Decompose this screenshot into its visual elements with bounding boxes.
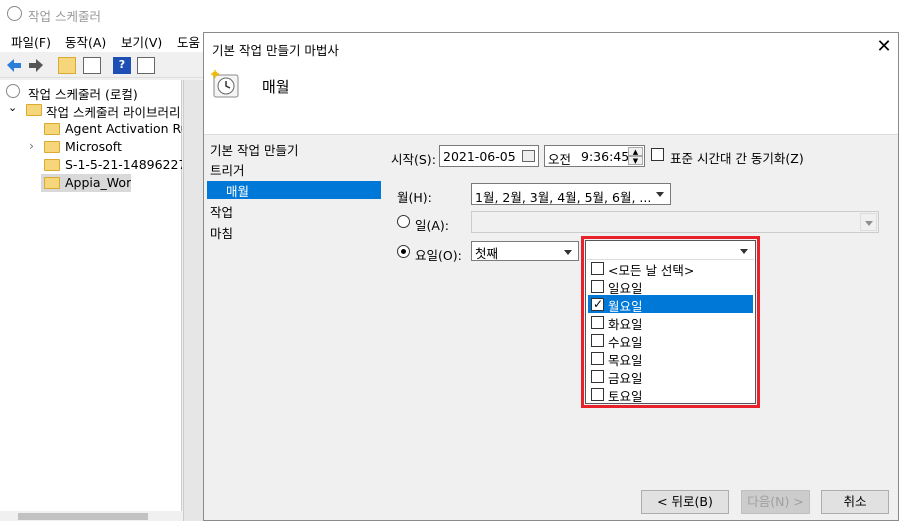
tree-item-label: S-1-5-21-148962279 [65,157,182,172]
weekday-option[interactable]: 일요일 [588,277,753,296]
menu-help[interactable]: 도움 [177,32,200,51]
chevron-down-icon[interactable] [652,185,669,203]
weekday-radio[interactable] [397,245,410,259]
weekday-dropdown[interactable]: <모든 날 선택> 일요일 ✓ 월요일 화요일 수요일 목요일 금요일토요일 [581,236,760,408]
checkbox[interactable] [591,334,604,347]
step-finish[interactable]: 마침 [210,223,233,241]
step-trigger[interactable]: 트리거 [210,160,245,178]
tree-root[interactable]: 작업 스케줄러 (로컬) [0,83,182,101]
week-ordinal-select[interactable]: 첫째 [471,241,579,261]
start-time-picker[interactable]: 오전 9:36:45 ▲ ▼ [544,145,645,167]
spin-down-icon[interactable]: ▼ [628,156,643,165]
chevron-down-icon[interactable] [736,242,753,258]
tree-root-label: 작업 스케줄러 (로컬) [28,87,138,101]
tree-item-label: Appia_Work [65,175,131,190]
chevron-right-icon[interactable]: › [29,138,34,153]
weekday-option[interactable]: <모든 날 선택> [588,259,753,278]
weekday-option[interactable]: 화요일 [588,313,753,332]
clock-icon [6,84,20,98]
step-create-basic-task[interactable]: 기본 작업 만들기 [210,140,298,158]
day-radio[interactable] [397,215,410,229]
main-window-title: 작업 스케줄러 [28,9,101,24]
center-pane-edge [183,80,203,521]
start-label: 시작(S): [391,152,436,167]
basic-task-wizard-dialog: 기본 작업 만들기 마법사 ✕ 매월 기본 작업 만들기 트리거 매월 작업 마… [203,32,899,521]
checkbox[interactable]: ✓ [591,297,604,311]
back-button[interactable]: < 뒤로(B) [641,490,729,514]
folder-clock-icon [26,104,42,116]
action-pane-icon[interactable] [137,57,155,74]
scrollbar-thumb[interactable] [18,513,148,520]
cancel-button[interactable]: 취소 [821,490,889,514]
month-select[interactable]: 1월, 2월, 3월, 4월, 5월, 6월, ... [471,183,671,205]
step-monthly[interactable]: 매월 [207,181,381,199]
tree-library-label: 작업 스케줄러 라이브러리 [46,105,181,119]
checkbox[interactable] [591,316,604,329]
day-select[interactable] [471,211,879,233]
spin-up-icon[interactable]: ▲ [628,147,643,156]
weekday-option[interactable]: 토요일 [588,385,753,404]
task-clock-icon [211,70,239,98]
weekday-option[interactable]: 목요일 [588,349,753,368]
week-ordinal-value: 첫째 [475,246,499,261]
dialog-title-bar: 기본 작업 만들기 마법사 ✕ [204,33,898,63]
chevron-down-icon[interactable] [560,243,577,259]
tree-item-sid[interactable]: S-1-5-21-148962279 [0,156,182,174]
main-toolbar: ? [0,53,205,78]
weekday-select-box[interactable] [587,242,754,260]
main-title-bar: 작업 스케줄러 [0,0,899,28]
clock-icon [7,6,22,21]
checkbox[interactable] [591,352,604,365]
weekday-option-label: 토요일 [608,389,643,404]
tree-item-agent[interactable]: Agent Activation Run [0,120,182,138]
step-action[interactable]: 작업 [210,202,233,220]
folder-icon [44,159,60,171]
menu-action[interactable]: 동작(A) [65,32,106,51]
checkbox[interactable] [591,370,604,383]
tree-item-label: Microsoft [65,139,122,154]
menu-file[interactable]: 파일(F) [11,32,51,51]
day-label: 일(A): [415,218,450,233]
sync-timezone-checkbox[interactable] [651,148,664,162]
checkbox[interactable] [591,262,604,275]
wizard-steps: 기본 작업 만들기 트리거 매월 작업 마침 [204,135,384,255]
calendar-icon[interactable] [522,150,535,162]
dialog-title: 기본 작업 만들기 마법사 [212,43,339,58]
checkbox[interactable] [591,280,604,293]
show-pane-icon[interactable] [83,57,101,74]
checkmark-icon: ✓ [593,297,604,311]
folder-icon [44,123,60,135]
dialog-header-title: 매월 [262,78,290,96]
dialog-header: 매월 [204,63,898,135]
month-label: 월(H): [397,190,432,205]
tree-item-appia-work[interactable]: Appia_Work [41,174,131,192]
tree-item-microsoft[interactable]: › Microsoft [0,138,182,156]
month-value: 1월, 2월, 3월, 4월, 5월, 6월, ... [475,190,652,205]
weekday-label: 요일(O): [415,248,462,263]
chevron-down-icon[interactable] [860,213,877,231]
folder-icon [44,141,60,153]
folder-up-icon[interactable] [58,57,76,74]
start-time-value: 9:36:45 [581,149,630,164]
tree-horizontal-scrollbar[interactable] [0,511,182,521]
start-date-picker[interactable]: 2021-06-05 [439,145,539,167]
back-arrow-icon[interactable] [5,57,23,74]
tree-item-label: Agent Activation Run [65,121,182,136]
weekday-option[interactable]: 수요일 [588,331,753,350]
sync-timezone-label: 표준 시간대 간 동기화(Z) [670,151,804,166]
close-icon[interactable]: ✕ [874,38,894,58]
tree-library[interactable]: ⌄ 작업 스케줄러 라이브러리 [0,101,182,119]
forward-arrow-icon[interactable] [27,57,45,74]
folder-icon [44,177,60,189]
weekday-option[interactable]: ✓ 월요일 [588,295,753,314]
next-button[interactable]: 다음(N) > [741,490,810,514]
menu-view[interactable]: 보기(V) [121,32,162,51]
start-date-value: 2021-06-05 [443,149,516,164]
checkbox[interactable] [591,388,604,401]
start-ampm-value: 오전 [548,152,572,167]
navigation-tree: 작업 스케줄러 (로컬) ⌄ 작업 스케줄러 라이브러리 Agent Activ… [0,80,182,521]
help-icon[interactable]: ? [113,57,131,74]
chevron-down-icon[interactable]: ⌄ [8,101,17,114]
weekday-option[interactable]: 금요일 [588,367,753,386]
